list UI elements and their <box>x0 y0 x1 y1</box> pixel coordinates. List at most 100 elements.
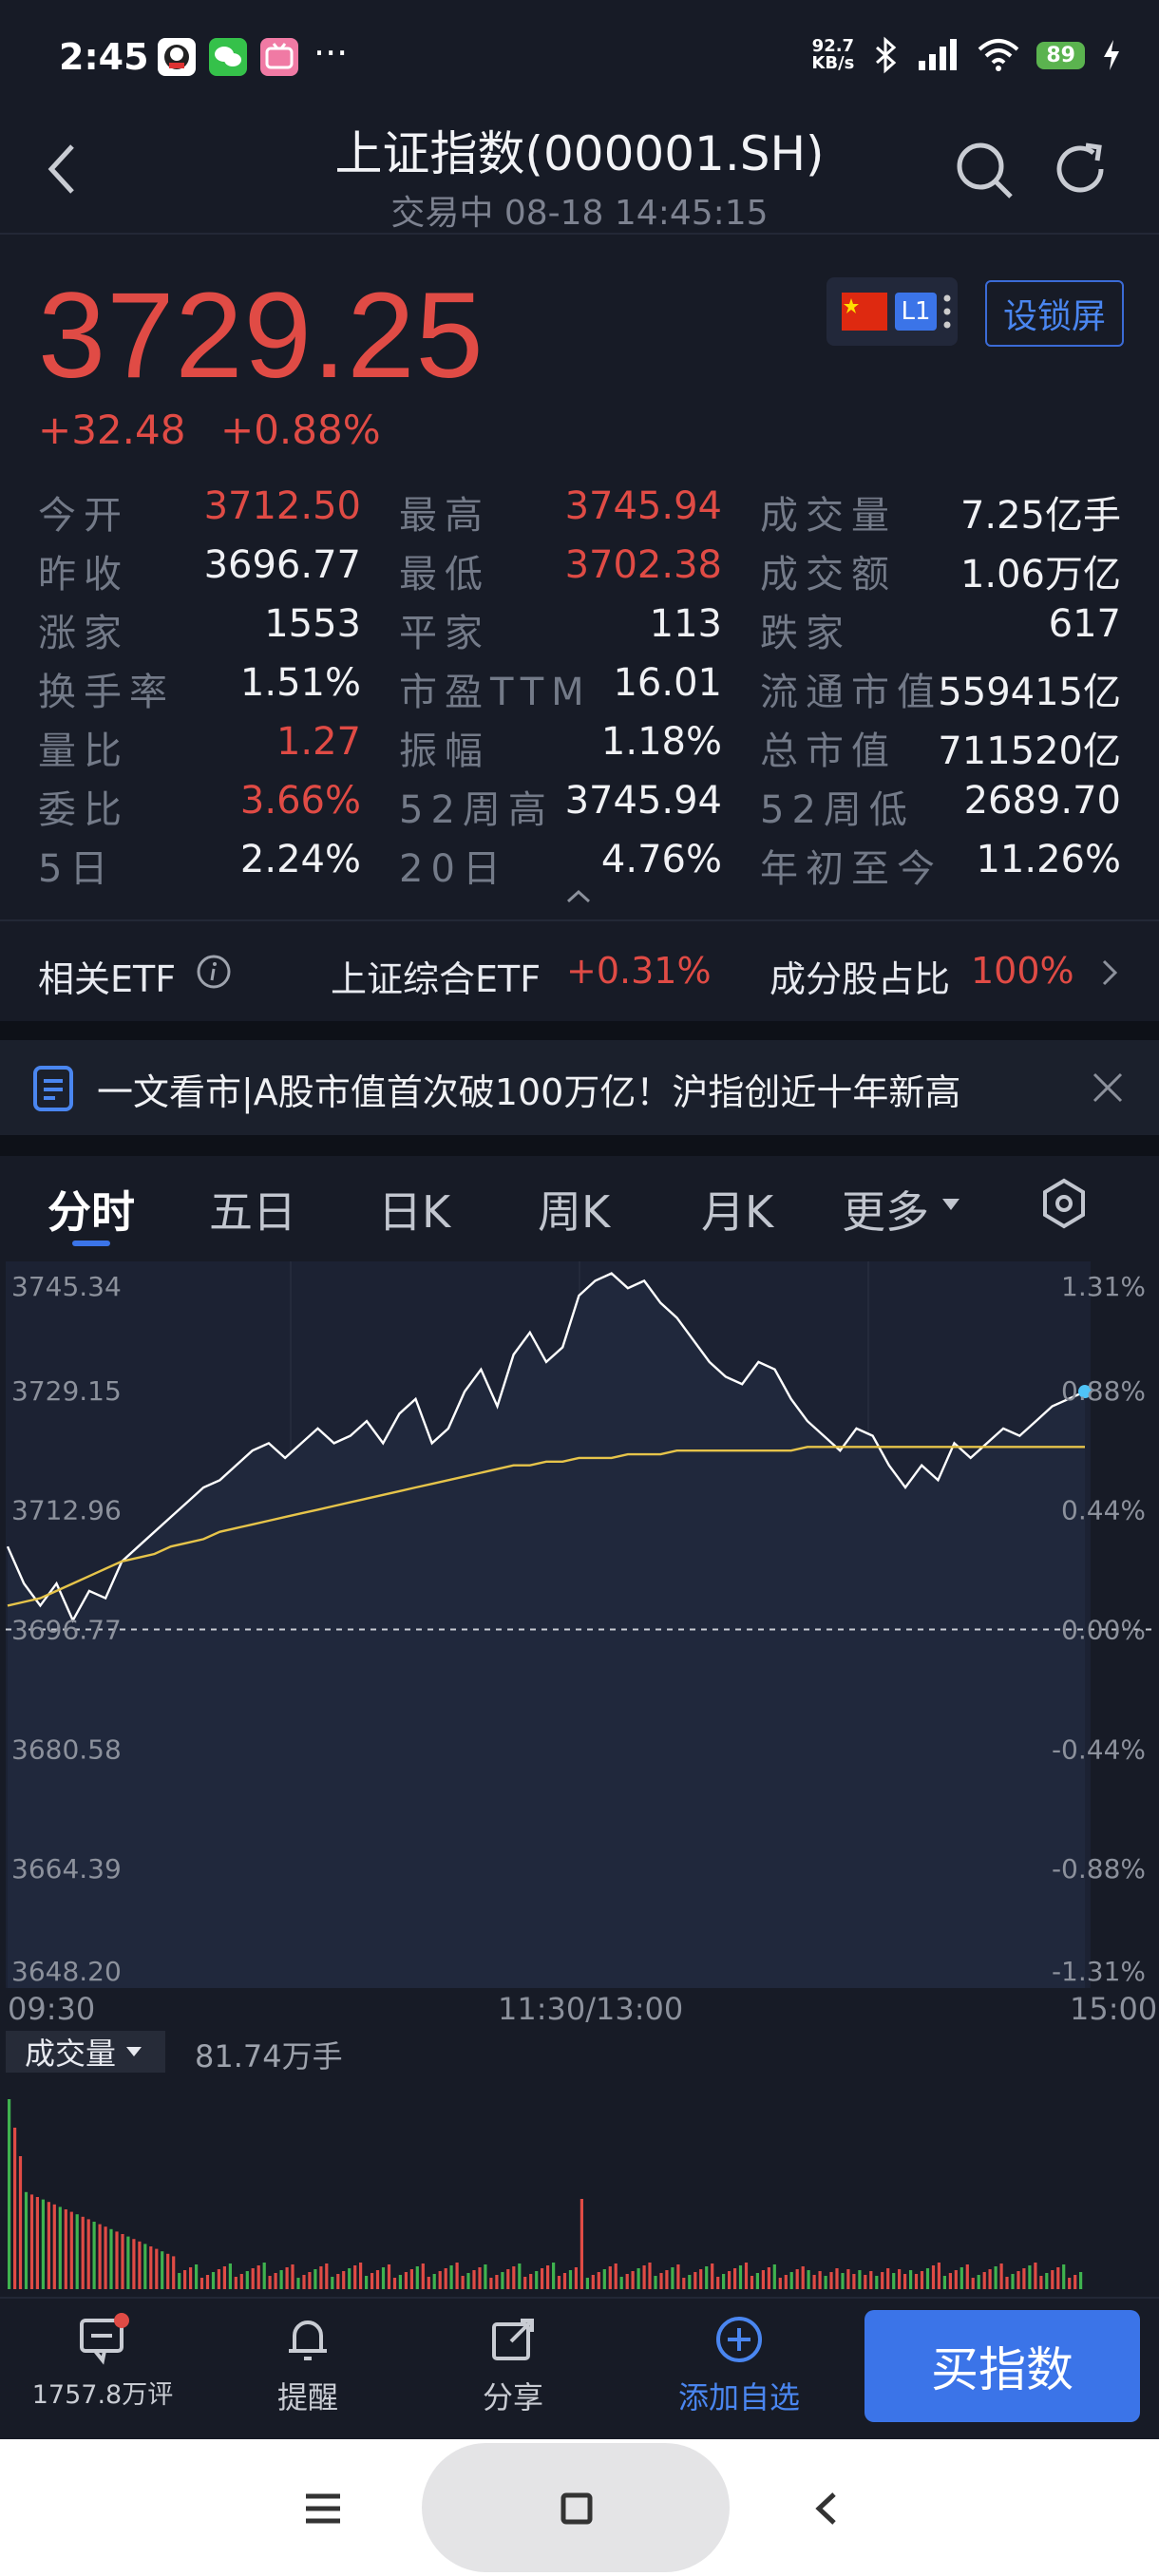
volume-bar <box>835 2268 839 2289</box>
alert-label: 提醒 <box>276 2379 338 2415</box>
volume-bar <box>971 2278 975 2289</box>
volume-bar <box>8 2099 11 2289</box>
tab-more[interactable]: 更多 <box>842 1178 929 1241</box>
tab-five-day[interactable]: 五日 <box>209 1178 296 1241</box>
volume-bar <box>29 2194 34 2289</box>
volume-bar <box>580 2199 583 2289</box>
volume-bar <box>172 2256 176 2289</box>
volume-bar <box>671 2267 674 2289</box>
close-icon[interactable] <box>1091 1070 1125 1105</box>
tab-monthly-k[interactable]: 月K <box>701 1178 773 1241</box>
back-nav-icon[interactable] <box>813 2491 838 2527</box>
home-square-icon[interactable] <box>560 2492 593 2525</box>
volume-bar <box>705 2266 709 2289</box>
volume-bar <box>228 2263 232 2289</box>
volume-bar <box>869 2271 873 2289</box>
x-tick-midday: 11:30/13:00 <box>498 1991 684 2027</box>
refresh-button[interactable] <box>1050 138 1112 204</box>
volume-bar <box>659 2273 663 2289</box>
volume-bar <box>722 2274 726 2289</box>
comments-button[interactable]: 1757.8万评 <box>27 2313 179 2411</box>
volume-bar <box>682 2278 686 2289</box>
volume-bar <box>183 2270 187 2289</box>
share-icon <box>492 2319 534 2360</box>
stats-divider <box>0 919 1159 921</box>
volume-bar <box>977 2275 980 2289</box>
volume-bar <box>914 2274 919 2289</box>
volume-bar <box>1016 2271 1020 2289</box>
volume-bar <box>501 2272 504 2289</box>
stat-label: 最高 <box>399 494 490 538</box>
volume-bar <box>381 2267 386 2289</box>
volume-bar <box>47 2202 50 2289</box>
volume-bar <box>602 2269 606 2289</box>
tab-weekly-k[interactable]: 周K <box>538 1178 610 1241</box>
more-vertical-icon <box>943 294 951 329</box>
volume-bar <box>195 2264 199 2289</box>
volume-bar <box>251 2268 255 2289</box>
volume-bar <box>489 2278 493 2289</box>
stat-value: 559415亿 <box>938 671 1121 714</box>
volume-bar <box>392 2278 397 2289</box>
volume-bar <box>965 2264 969 2289</box>
bluetooth-icon <box>876 36 897 74</box>
stat-value: 11.26% <box>976 838 1121 881</box>
collapse-button[interactable] <box>564 886 593 909</box>
stat-label: 振幅 <box>399 729 490 773</box>
stat-label: 昨收 <box>38 553 129 597</box>
news-banner[interactable]: 一文看市|A股市值首次破100万亿！沪指创近十年新高 <box>0 1040 1159 1135</box>
volume-selector[interactable]: 成交量 <box>6 2031 165 2073</box>
volume-bar <box>1039 2276 1043 2289</box>
header-divider <box>0 233 1159 235</box>
volume-bar <box>529 2274 533 2289</box>
volume-bar <box>761 2270 765 2289</box>
etf-name[interactable]: 上证综合ETF <box>331 950 541 1002</box>
share-button[interactable]: 分享 <box>437 2313 589 2417</box>
volume-bar <box>75 2214 79 2289</box>
menu-icon[interactable] <box>304 2492 342 2525</box>
volume-bar <box>274 2273 277 2289</box>
volume-bar <box>864 2275 867 2289</box>
stat-label: 5日 <box>38 847 116 891</box>
volume-bar <box>1056 2267 1060 2289</box>
tab-intraday[interactable]: 分时 <box>48 1178 135 1241</box>
intraday-chart[interactable]: 3745.34 1.31% 3729.15 0.88% 3712.96 0.44% 3696… <box>0 1252 1159 2297</box>
search-button[interactable] <box>952 138 1016 206</box>
volume-bar <box>608 2266 612 2289</box>
component-ratio-label[interactable]: 成分股占比 <box>770 950 950 1002</box>
volume-bar <box>744 2263 749 2289</box>
stat-label: 流通市值 <box>760 671 942 714</box>
add-watchlist-button[interactable]: 添加自选 <box>663 2313 815 2417</box>
chart-settings-button[interactable] <box>1041 1178 1087 1233</box>
volume-bar <box>1028 2265 1032 2289</box>
market-badge[interactable]: L1 <box>826 277 958 346</box>
lock-screen-button[interactable]: 设锁屏 <box>985 280 1124 347</box>
volume-bar <box>325 2263 329 2289</box>
volume-bar <box>767 2267 770 2289</box>
etf-more-button[interactable] <box>1100 957 1119 992</box>
volume-bar <box>636 2268 640 2289</box>
volume-bar <box>18 2156 23 2289</box>
signal-icon <box>919 39 958 70</box>
volume-bar <box>795 2269 799 2289</box>
volume-bar <box>455 2263 459 2289</box>
tab-daily-k[interactable]: 日K <box>378 1178 450 1241</box>
volume-bar <box>824 2276 827 2289</box>
volume-bar <box>484 2264 487 2289</box>
buy-index-button[interactable]: 买指数 <box>864 2310 1140 2422</box>
volume-bar <box>1068 2278 1072 2289</box>
volume-bar <box>875 2276 879 2289</box>
status-bar: 2:45 ··· 92.7 KB/s 89 <box>0 0 1159 114</box>
add-watchlist-label: 添加自选 <box>677 2379 800 2415</box>
volume-bar <box>728 2271 732 2289</box>
volume-bar <box>1022 2268 1026 2289</box>
section-gap <box>0 1021 1159 1042</box>
volume-bar <box>562 2273 567 2289</box>
volume-bar <box>92 2222 96 2289</box>
stat-value: 3696.77 <box>203 543 361 587</box>
stat-value: 1553 <box>264 602 361 646</box>
info-button[interactable] <box>196 954 232 994</box>
volume-bar <box>398 2275 402 2289</box>
y-tick-left: 3680.58 <box>11 1733 122 1765</box>
alert-button[interactable]: 提醒 <box>232 2313 384 2417</box>
